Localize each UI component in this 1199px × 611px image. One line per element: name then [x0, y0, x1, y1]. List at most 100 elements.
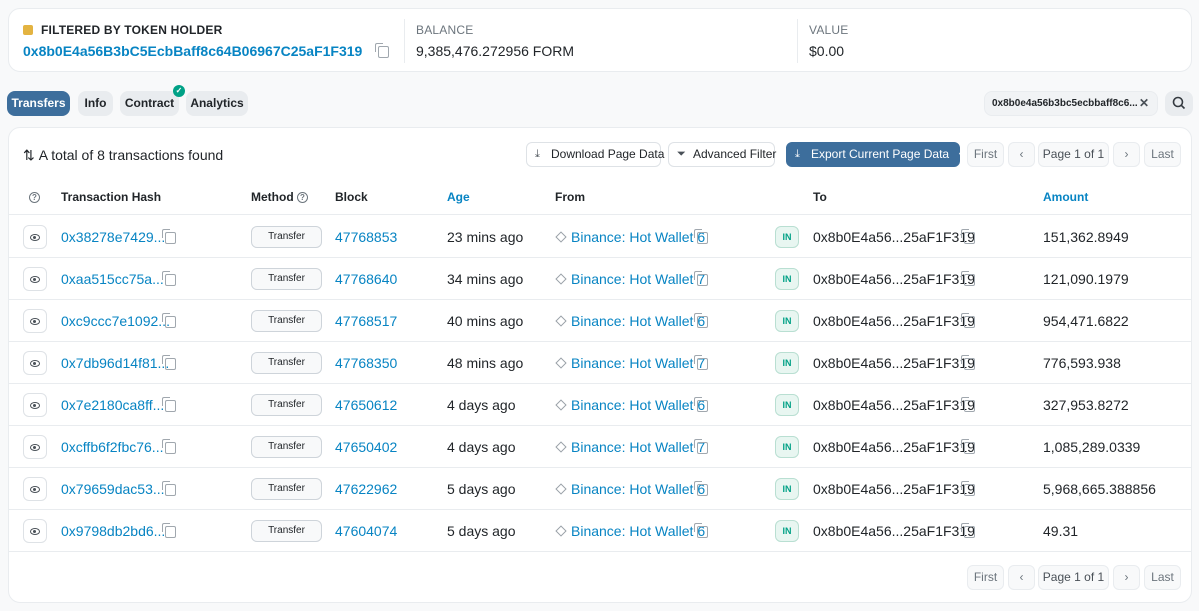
copy-icon[interactable] [162, 229, 176, 245]
copy-icon[interactable] [961, 523, 975, 539]
tab-analytics[interactable]: Analytics [186, 91, 248, 116]
from-address-link[interactable]: Binance: Hot Wallet 6 [571, 229, 705, 245]
col-block: Block [335, 190, 368, 204]
download-page-data-button[interactable]: ⤓ Download Page Data [526, 142, 664, 167]
tx-hash-link[interactable]: 0x38278e7429... [61, 229, 165, 245]
from-address-link[interactable]: Binance: Hot Wallet 7 [571, 355, 705, 371]
copy-icon[interactable] [961, 439, 975, 455]
block-link[interactable]: 47650402 [335, 439, 397, 455]
direction-badge: IN [775, 394, 799, 416]
block-link[interactable]: 47650612 [335, 397, 397, 413]
view-details-button[interactable] [23, 435, 47, 459]
copy-icon[interactable] [694, 397, 708, 413]
direction-badge: IN [775, 268, 799, 290]
from-address-link[interactable]: Binance: Hot Wallet 7 [571, 271, 705, 287]
method-badge: Transfer [251, 520, 322, 542]
copy-icon[interactable] [694, 523, 708, 539]
col-age[interactable]: Age [447, 190, 470, 204]
tx-hash-link[interactable]: 0x7db96d14f81... [61, 355, 169, 371]
copy-icon[interactable] [694, 313, 708, 329]
copy-icon[interactable] [162, 271, 176, 287]
copy-icon[interactable] [961, 355, 975, 371]
page-indicator: Page 1 of 1 [1038, 565, 1109, 590]
tx-hash-link[interactable]: 0x9798db2bd6... [61, 523, 165, 539]
block-link[interactable]: 47768517 [335, 313, 397, 329]
prev-page-button[interactable]: ‹ [1008, 565, 1035, 590]
search-button[interactable] [1165, 91, 1193, 116]
to-address: 0x8b0E4a56...25aF1F319 [813, 271, 975, 287]
copy-icon[interactable] [961, 313, 975, 329]
tag-icon [23, 25, 33, 35]
tab-contract[interactable]: Contract ✓ [120, 85, 185, 116]
copy-icon[interactable] [162, 355, 176, 371]
copy-icon[interactable] [162, 397, 176, 413]
contract-icon [555, 525, 567, 537]
help-icon[interactable]: ? [297, 192, 308, 203]
next-page-button[interactable]: › [1113, 142, 1140, 167]
view-details-button[interactable] [23, 225, 47, 249]
from-address-link[interactable]: Binance: Hot Wallet 6 [571, 397, 705, 413]
contract-icon [555, 441, 567, 453]
block-link[interactable]: 47622962 [335, 481, 397, 497]
prev-page-button[interactable]: ‹ [1008, 142, 1035, 167]
block-link[interactable]: 47604074 [335, 523, 397, 539]
method-badge: Transfer [251, 268, 322, 290]
view-details-button[interactable] [23, 393, 47, 417]
copy-icon[interactable] [961, 271, 975, 287]
copy-icon[interactable] [961, 481, 975, 497]
copy-icon[interactable] [162, 481, 176, 497]
amount-value: 327,953.8272 [1043, 397, 1129, 413]
tx-hash-link[interactable]: 0x7e2180ca8ff... [61, 397, 164, 413]
download-icon: ⤓ [535, 148, 540, 160]
first-page-button[interactable]: First [967, 565, 1004, 590]
first-page-button[interactable]: First [967, 142, 1004, 167]
to-address: 0x8b0E4a56...25aF1F319 [813, 523, 975, 539]
search-icon [1172, 96, 1186, 110]
copy-icon[interactable] [694, 481, 708, 497]
last-page-button[interactable]: Last [1144, 565, 1181, 590]
copy-icon[interactable] [694, 271, 708, 287]
advanced-filter-button[interactable]: ⏷ Advanced Filter [668, 142, 776, 167]
view-details-button[interactable] [23, 519, 47, 543]
copy-icon[interactable] [694, 355, 708, 371]
col-amount[interactable]: Amount [1043, 190, 1088, 204]
export-page-data-button[interactable]: ⤓ Export Current Page Data ▼ [786, 142, 966, 167]
tx-hash-link[interactable]: 0xc9ccc7e1092... [61, 313, 170, 329]
amount-value: 49.31 [1043, 523, 1079, 539]
holder-address-link[interactable]: 0x8b0E4a56B3bC5EcbBaff8c64B06967C25aF1F3… [23, 43, 362, 59]
chevron-right-icon: › [1124, 570, 1129, 584]
view-details-button[interactable] [23, 477, 47, 501]
to-address: 0x8b0E4a56...25aF1F319 [813, 439, 975, 455]
copy-icon[interactable] [961, 229, 975, 245]
copy-icon[interactable] [162, 439, 176, 455]
from-address-link[interactable]: Binance: Hot Wallet 6 [571, 481, 705, 497]
close-icon[interactable]: ✕ [1139, 92, 1149, 115]
copy-icon[interactable] [694, 439, 708, 455]
block-link[interactable]: 47768640 [335, 271, 397, 287]
view-details-button[interactable] [23, 309, 47, 333]
block-link[interactable]: 47768853 [335, 229, 397, 245]
copy-icon[interactable] [162, 313, 176, 329]
tab-transfers[interactable]: Transfers [7, 91, 70, 116]
table-row: 0x79659dac53... Transfer 47622962 5 days ag… [9, 468, 1191, 510]
from-address-link[interactable]: Binance: Hot Wallet 7 [571, 439, 705, 455]
copy-icon[interactable] [961, 397, 975, 413]
view-details-button[interactable] [23, 351, 47, 375]
from-address-link[interactable]: Binance: Hot Wallet 6 [571, 313, 705, 329]
block-link[interactable]: 47768350 [335, 355, 397, 371]
help-icon[interactable]: ? [29, 192, 40, 203]
tx-hash-link[interactable]: 0x79659dac53... [61, 481, 165, 497]
method-badge: Transfer [251, 310, 322, 332]
tx-hash-link[interactable]: 0xcffb6f2fbc76... [61, 439, 163, 455]
from-address-link[interactable]: Binance: Hot Wallet 6 [571, 523, 705, 539]
next-page-button[interactable]: › [1113, 565, 1140, 590]
tab-info[interactable]: Info [78, 91, 113, 116]
filter-icon: ⏷ [677, 148, 686, 160]
copy-icon[interactable] [162, 523, 176, 539]
last-page-button[interactable]: Last [1144, 142, 1181, 167]
tx-hash-link[interactable]: 0xaa515cc75a... [61, 271, 164, 287]
copy-icon[interactable] [375, 43, 390, 59]
copy-icon[interactable] [694, 229, 708, 245]
view-details-button[interactable] [23, 267, 47, 291]
direction-badge: IN [775, 226, 799, 248]
